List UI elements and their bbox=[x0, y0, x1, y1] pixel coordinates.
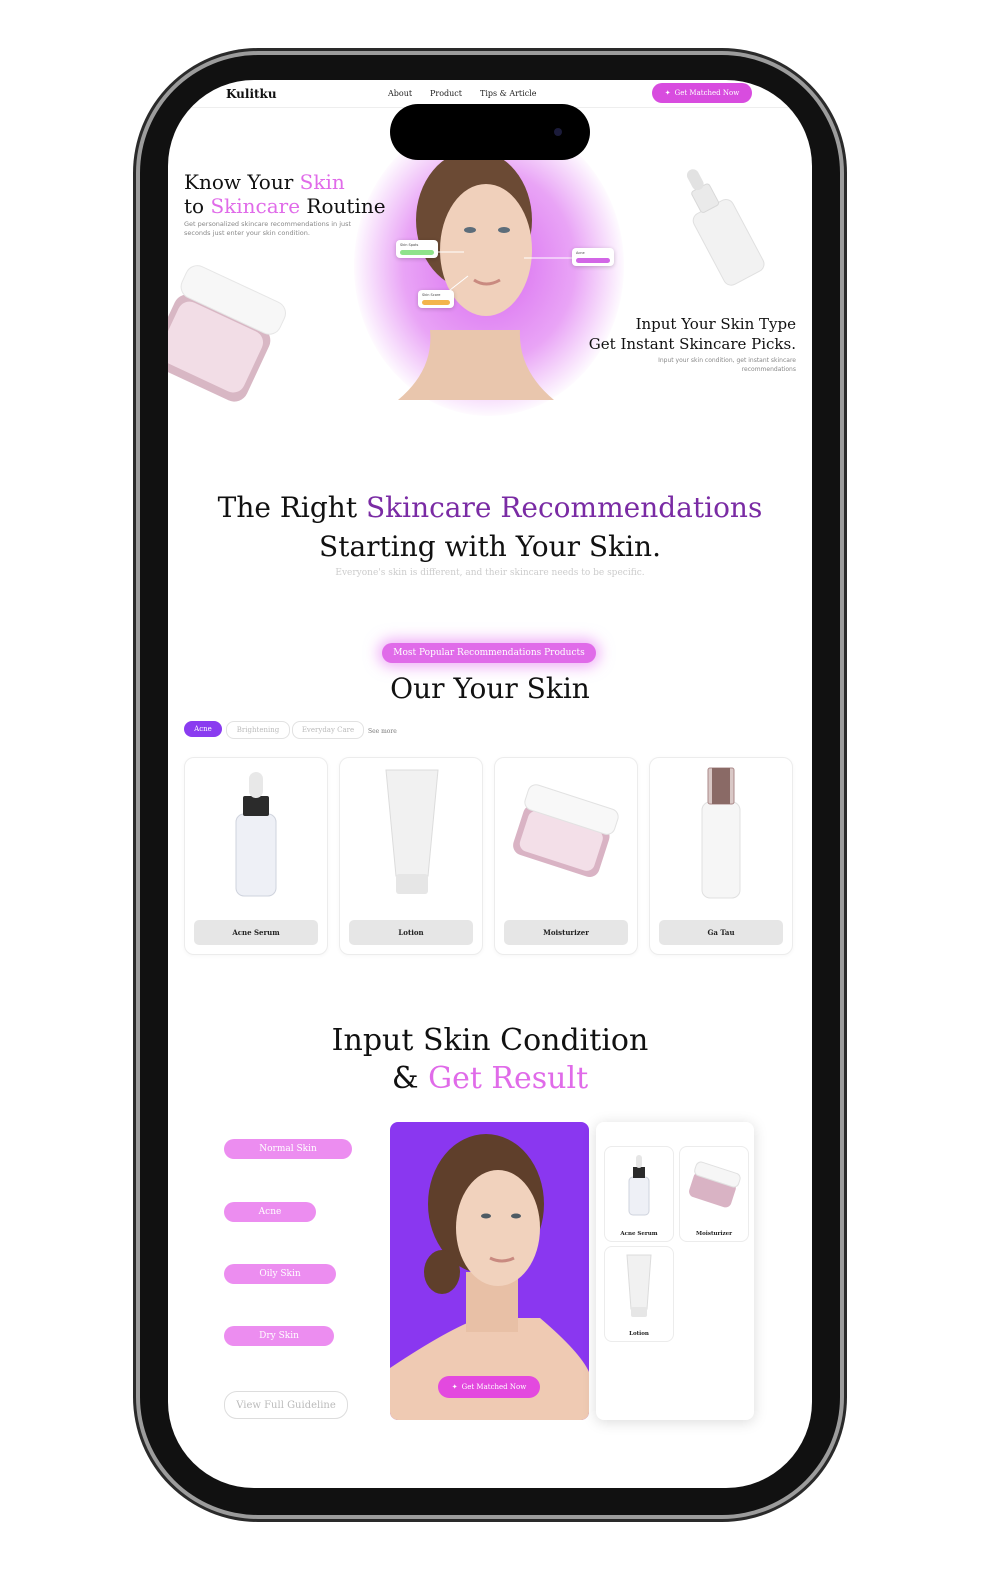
cream-jar-icon bbox=[689, 1161, 741, 1208]
product-card-ga-tau[interactable]: Ga Tau bbox=[649, 757, 793, 955]
hero-right-subtitle: Input your skin condition, get instant s… bbox=[658, 357, 796, 373]
toner-bottle-icon bbox=[701, 767, 741, 899]
see-more-link[interactable]: See more bbox=[368, 728, 397, 735]
hero-title: Know Your Skin to Skincare Routine bbox=[184, 170, 386, 218]
cream-jar-icon bbox=[513, 784, 619, 877]
popular-badge: Most Popular Recommendations Products bbox=[382, 643, 596, 663]
phone-screen: Kulitku About Product Tips & Article ✦ G… bbox=[168, 80, 812, 1488]
result-card-acne-serum[interactable]: Acne Serum bbox=[604, 1146, 674, 1242]
result-card-moisturizer[interactable]: Moisturizer bbox=[679, 1146, 749, 1242]
serum-bottle-icon bbox=[235, 772, 277, 897]
recommend-subtitle: Everyone's skin is different, and their … bbox=[335, 568, 645, 578]
hero-cream-jar bbox=[168, 265, 286, 402]
product-card-acne-serum[interactable]: Acne Serum bbox=[184, 757, 328, 955]
product-card-moisturizer[interactable]: Moisturizer bbox=[494, 757, 638, 955]
condition-oily-skin[interactable]: Oily Skin bbox=[224, 1264, 336, 1284]
condition-acne[interactable]: Acne bbox=[224, 1202, 316, 1222]
product-label: Moisturizer bbox=[504, 920, 628, 945]
view-guideline-button[interactable]: View Full Guideline bbox=[224, 1391, 348, 1419]
result-label: Lotion bbox=[629, 1331, 649, 1337]
hero-tag-skin-score: Skin Score bbox=[418, 290, 454, 308]
input-heading: Input Skin Condition & Get Result bbox=[331, 1023, 649, 1096]
filter-acne[interactable]: Acne bbox=[184, 721, 222, 737]
product-label: Acne Serum bbox=[194, 920, 318, 945]
hero-model-neck bbox=[398, 330, 554, 400]
dynamic-island bbox=[390, 104, 590, 160]
product-label: Lotion bbox=[349, 920, 473, 945]
hero-tag-acne: Acne bbox=[572, 248, 614, 266]
condition-normal-skin[interactable]: Normal Skin bbox=[224, 1139, 352, 1159]
hero-dropper-bottle bbox=[686, 169, 765, 286]
product-card-lotion[interactable]: Lotion bbox=[339, 757, 483, 955]
filter-brightening[interactable]: Brightening bbox=[226, 721, 290, 739]
result-label: Acne Serum bbox=[620, 1231, 658, 1237]
filter-everyday-care[interactable]: Everyday Care bbox=[292, 721, 364, 739]
model-photo: ✦ Get Matched Now bbox=[390, 1122, 589, 1420]
recommend-heading: The Right Skincare Recommendations Start… bbox=[217, 491, 763, 563]
photo-get-matched-label: Get Matched Now bbox=[461, 1383, 527, 1391]
result-card-lotion[interactable]: Lotion bbox=[604, 1246, 674, 1342]
popular-title: Our Your Skin bbox=[390, 672, 590, 705]
result-panel: Acne Serum Moisturizer Lotion bbox=[596, 1122, 754, 1420]
camera-icon bbox=[554, 128, 562, 136]
sparkle-icon: ✦ bbox=[451, 1383, 458, 1391]
lotion-tube-icon bbox=[626, 1254, 652, 1317]
hero-right-title: Input Your Skin Type Get Instant Skincare… bbox=[588, 315, 796, 353]
photo-get-matched-button[interactable]: ✦ Get Matched Now bbox=[438, 1376, 540, 1398]
product-label: Ga Tau bbox=[659, 920, 783, 945]
hero-subtitle: Get personalized skincare recommendation… bbox=[184, 220, 352, 237]
lotion-tube-icon bbox=[385, 769, 439, 894]
condition-dry-skin[interactable]: Dry Skin bbox=[224, 1326, 334, 1346]
serum-bottle-icon bbox=[628, 1155, 650, 1216]
result-label: Moisturizer bbox=[696, 1231, 732, 1237]
hero-tag-skin-spots: Skin Spots bbox=[396, 240, 438, 258]
